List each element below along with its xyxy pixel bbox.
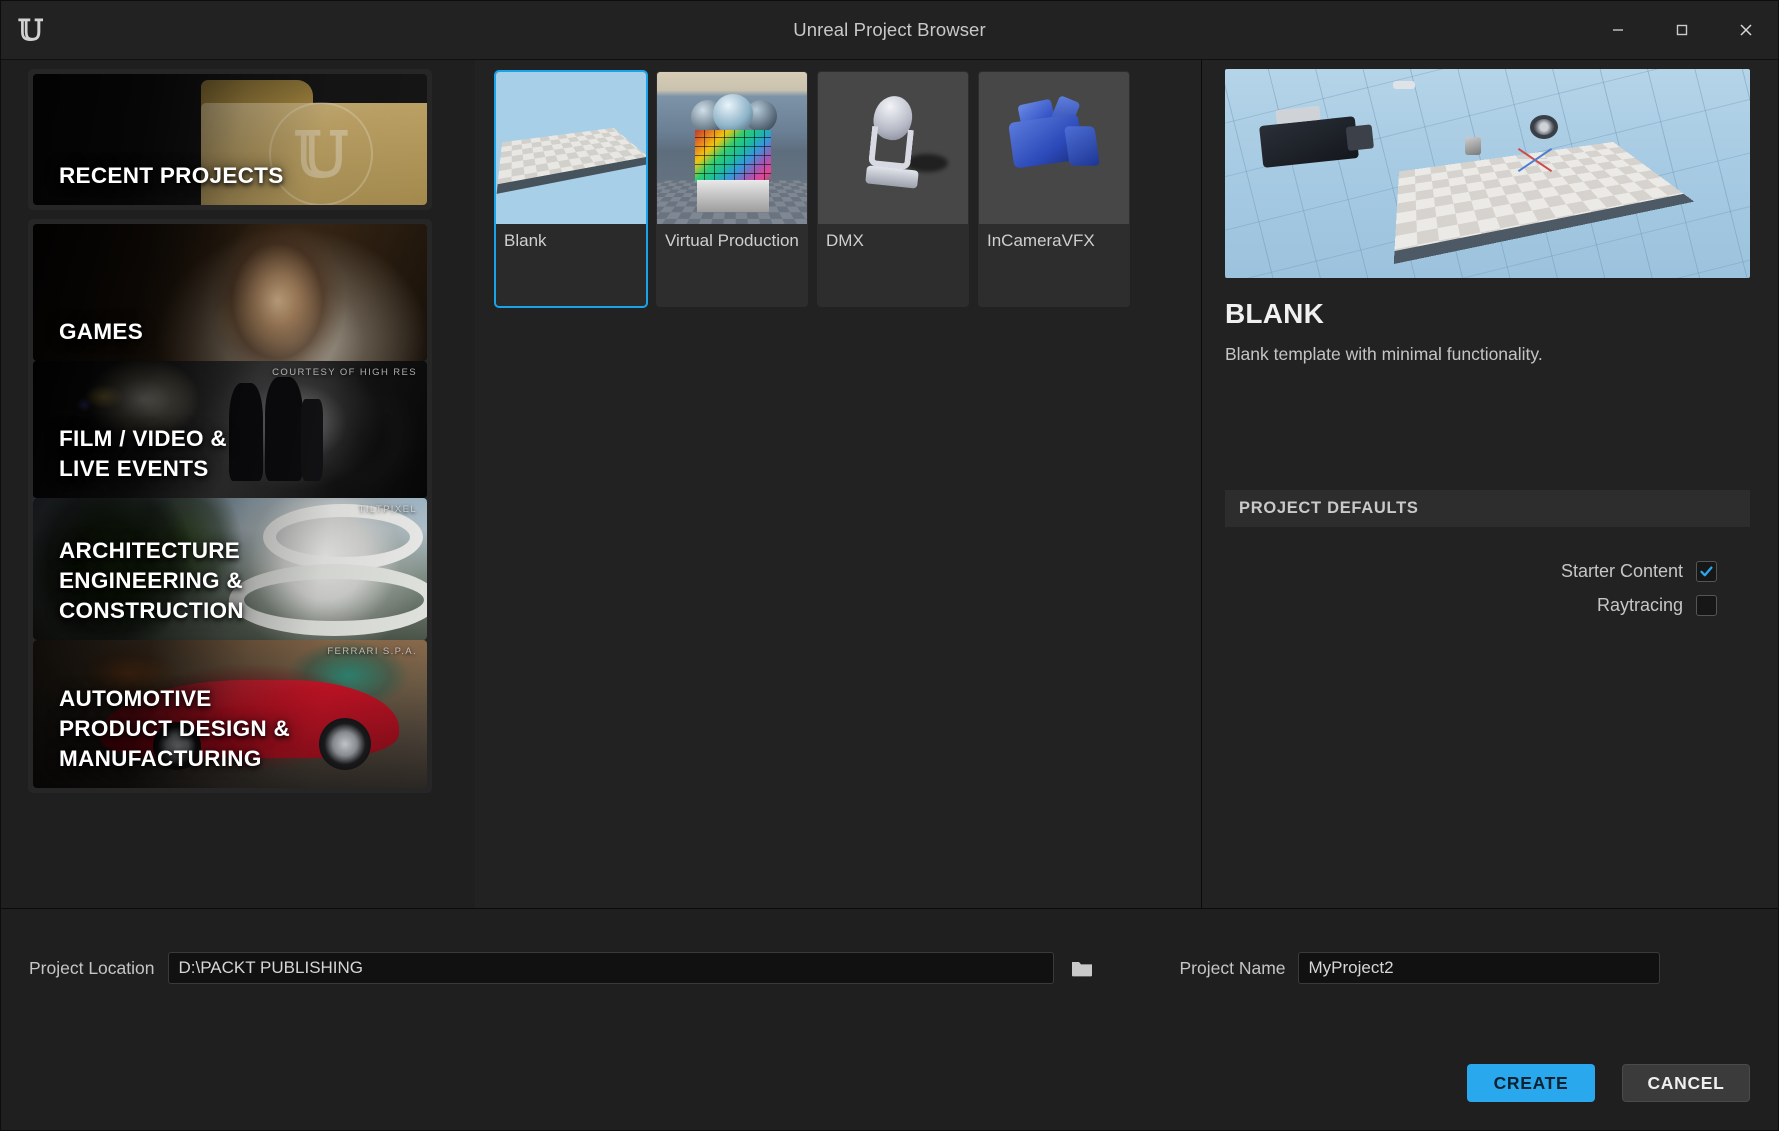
template-card-blank[interactable]: Blank bbox=[495, 71, 647, 307]
option-row-starter-content: Starter Content bbox=[1225, 554, 1717, 588]
sidebar-item-film-video-live-events[interactable]: COURTESY OF HIGH RES FILM / VIDEO & LIVE… bbox=[33, 361, 427, 498]
sidebar-item-automotive-product-design-manufacturing[interactable]: FERRARI S.P.A. AUTOMOTIVE PRODUCT DESIGN… bbox=[33, 640, 427, 788]
sidebar-item-label: RECENT PROJECTS bbox=[59, 163, 284, 189]
svg-text:𝕌: 𝕌 bbox=[18, 13, 44, 47]
template-grid: Blank Virtual Production DMX InCameraVFX bbox=[495, 71, 1201, 307]
template-preview-image bbox=[1225, 69, 1750, 278]
automotive-credit: FERRARI S.P.A. bbox=[327, 646, 417, 657]
folder-icon bbox=[1071, 962, 1092, 977]
sidebar-item-label: AUTOMOTIVE PRODUCT DESIGN & MANUFACTURIN… bbox=[59, 686, 291, 772]
browse-folder-button[interactable] bbox=[1067, 953, 1097, 983]
project-location-row: Project Location bbox=[29, 952, 1097, 984]
project-defaults-header: PROJECT DEFAULTS bbox=[1225, 490, 1750, 527]
project-location-label: Project Location bbox=[29, 957, 155, 978]
sidebar-item-games[interactable]: GAMES bbox=[33, 224, 427, 361]
unreal-engine-logo-icon: 𝕌 bbox=[1, 1, 59, 59]
main-body: 𝕌 RECENT PROJECTS GAMES bbox=[1, 60, 1778, 908]
footer-bar: Project Location Project Name CREATE CAN… bbox=[1, 908, 1778, 1130]
create-button[interactable]: CREATE bbox=[1467, 1064, 1595, 1102]
title-bar: 𝕌 Unreal Project Browser bbox=[1, 1, 1778, 60]
sidebar-item-label: ARCHITECTURE ENGINEERING & CONSTRUCTION bbox=[59, 538, 244, 624]
project-name-input[interactable] bbox=[1297, 952, 1660, 984]
unreal-project-browser-window: 𝕌 Unreal Project Browser RECENT PROJECTS… bbox=[0, 0, 1779, 1131]
template-card-label: InCameraVFX bbox=[987, 231, 1095, 250]
template-card-virtual-production[interactable]: Virtual Production bbox=[656, 71, 808, 307]
sidebar-item-architecture-engineering-construction[interactable]: TILTPIXEL ARCHITECTURE ENGINEERING & CON… bbox=[33, 498, 427, 640]
dmx-thumbnail-icon bbox=[818, 72, 968, 224]
template-card-dmx[interactable]: DMX bbox=[817, 71, 969, 307]
template-card-label: Virtual Production bbox=[665, 231, 799, 250]
architecture-credit: TILTPIXEL bbox=[358, 504, 417, 515]
raytracing-label: Raytracing bbox=[1596, 594, 1683, 615]
blank-thumbnail-icon bbox=[496, 72, 646, 224]
template-grid-panel: Blank Virtual Production DMX InCameraVFX bbox=[475, 60, 1202, 908]
project-location-input[interactable] bbox=[167, 952, 1054, 984]
raytracing-checkbox[interactable] bbox=[1696, 594, 1717, 616]
template-detail-panel: BLANK Blank template with minimal functi… bbox=[1202, 60, 1778, 908]
template-card-label: Blank bbox=[504, 231, 547, 250]
cancel-button[interactable]: CANCEL bbox=[1622, 1064, 1750, 1102]
starter-content-checkbox[interactable] bbox=[1696, 560, 1717, 582]
window-controls bbox=[1586, 1, 1778, 59]
template-detail-description: Blank template with minimal functionalit… bbox=[1225, 344, 1543, 364]
virtual-production-thumbnail-icon bbox=[657, 72, 807, 224]
project-defaults-options: Starter Content Raytracing bbox=[1225, 554, 1750, 622]
footer-fields: Project Location Project Name bbox=[29, 909, 1750, 984]
close-button[interactable] bbox=[1714, 1, 1778, 59]
template-card-label: DMX bbox=[826, 231, 864, 250]
category-group: GAMES COURTESY OF HIGH RES FILM / VIDEO … bbox=[28, 219, 432, 793]
window-title: Unreal Project Browser bbox=[793, 19, 986, 40]
template-detail-title: BLANK bbox=[1225, 298, 1324, 329]
sidebar-item-label: FILM / VIDEO & LIVE EVENTS bbox=[59, 426, 227, 482]
category-sidebar: 𝕌 RECENT PROJECTS GAMES bbox=[1, 60, 475, 908]
check-icon bbox=[1700, 565, 1713, 576]
project-name-row: Project Name bbox=[1180, 952, 1660, 984]
minimize-button[interactable] bbox=[1586, 1, 1650, 59]
project-name-label: Project Name bbox=[1179, 957, 1286, 978]
starter-content-label: Starter Content bbox=[1560, 560, 1683, 581]
film-credit: COURTESY OF HIGH RES bbox=[272, 367, 417, 378]
footer-actions: CREATE CANCEL bbox=[1467, 1064, 1750, 1102]
sidebar-item-recent-projects[interactable]: 𝕌 RECENT PROJECTS bbox=[33, 74, 427, 205]
maximize-button[interactable] bbox=[1650, 1, 1714, 59]
template-card-incameravfx[interactable]: InCameraVFX bbox=[978, 71, 1130, 307]
sidebar-item-label: GAMES bbox=[59, 319, 144, 345]
recent-projects-group: 𝕌 RECENT PROJECTS bbox=[28, 69, 432, 210]
option-row-raytracing: Raytracing bbox=[1225, 588, 1717, 622]
incameravfx-thumbnail-icon bbox=[979, 72, 1129, 224]
